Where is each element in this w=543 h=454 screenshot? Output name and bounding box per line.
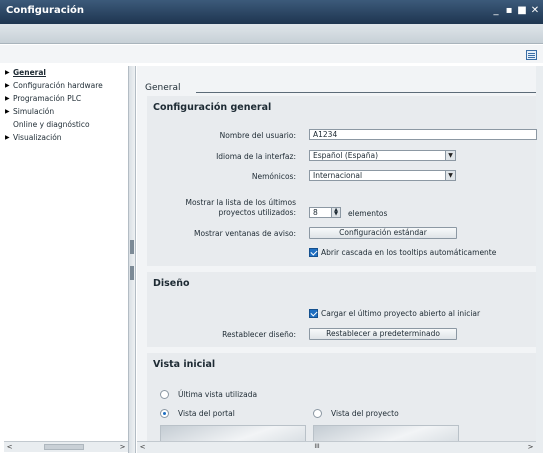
- tooltips-checkbox[interactable]: [309, 248, 318, 257]
- tree-horizontal-scrollbar[interactable]: < >: [4, 441, 128, 452]
- scrollbar-thumb-grip[interactable]: III: [307, 442, 327, 452]
- expand-arrow-icon[interactable]: ▶: [5, 92, 10, 105]
- maximize-icon[interactable]: ■: [517, 6, 527, 16]
- tree-item-hardware[interactable]: ▶ Configuración hardware: [4, 79, 128, 92]
- restore-icon[interactable]: ▪: [504, 6, 514, 16]
- radio-portal-view[interactable]: [160, 409, 169, 418]
- radio-last-view-label: Última vista utilizada: [178, 390, 258, 399]
- tree-item-visualization[interactable]: ▶ Visualización: [4, 131, 128, 144]
- recent-projects-unit: elementos: [348, 209, 388, 218]
- mnemonics-select[interactable]: Internacional ▼: [309, 170, 456, 181]
- window-title: Configuración: [6, 5, 85, 16]
- reset-default-button[interactable]: Restablecer a predeterminado: [309, 328, 457, 340]
- tree-item-online-diagnostics[interactable]: Online y diagnóstico: [4, 118, 128, 131]
- tree-item-label: General: [13, 68, 46, 77]
- tree-item-label: Programación PLC: [13, 94, 82, 103]
- recent-projects-label-line2: proyectos utilizados:: [218, 208, 296, 217]
- toolbar: [0, 24, 543, 44]
- radio-portal-view-label: Vista del portal: [178, 409, 235, 418]
- load-last-project-label: Cargar el último proyecto abierto al ini…: [321, 309, 481, 318]
- tree-item-plc-programming[interactable]: ▶ Programación PLC: [4, 92, 128, 105]
- window-titlebar: Configuración _ ▪ ■ ✕: [0, 0, 543, 24]
- content-horizontal-scrollbar[interactable]: < III >: [137, 441, 536, 453]
- section-title: Vista inicial: [153, 359, 216, 370]
- section-title: Diseño: [153, 278, 190, 289]
- standard-settings-button-label: Configuración estándar: [339, 228, 427, 237]
- tree-item-label: Configuración hardware: [13, 81, 103, 90]
- title-divider: [196, 92, 536, 93]
- close-icon[interactable]: ✕: [530, 6, 540, 16]
- tree-item-general[interactable]: ▶ General: [4, 66, 128, 79]
- minimize-icon[interactable]: _: [491, 6, 501, 16]
- settings-tree: ▶ General ▶ Configuración hardware ▶ Pro…: [4, 66, 128, 440]
- tree-item-label: Online y diagnóstico: [13, 120, 90, 129]
- reset-design-label: Restablecer diseño:: [222, 330, 296, 339]
- language-label: Idioma de la interfaz:: [216, 152, 296, 161]
- chevron-down-icon[interactable]: ▼: [445, 171, 455, 180]
- scrollbar-thumb[interactable]: [44, 444, 84, 450]
- stepper-arrows-icon[interactable]: ▲ ▼: [331, 208, 340, 217]
- scroll-right-icon[interactable]: >: [117, 442, 128, 452]
- scroll-right-icon[interactable]: >: [525, 442, 536, 452]
- splitter-grip-bottom[interactable]: [130, 266, 134, 280]
- mnemonics-value: Internacional: [313, 171, 363, 180]
- radio-project-view[interactable]: [313, 409, 322, 418]
- username-value: A1234: [313, 130, 338, 139]
- expand-arrow-icon[interactable]: ▶: [5, 105, 10, 118]
- panel-splitter[interactable]: [128, 66, 136, 453]
- expand-arrow-icon[interactable]: ▶: [5, 131, 10, 144]
- mnemonics-label: Nemónicos:: [251, 172, 296, 181]
- recent-projects-value: 8: [313, 208, 318, 217]
- standard-settings-button[interactable]: Configuración estándar: [309, 227, 457, 239]
- section-title: Configuración general: [153, 102, 272, 113]
- language-value: Español (España): [313, 151, 379, 160]
- radio-last-view[interactable]: [160, 390, 169, 399]
- scroll-left-icon[interactable]: <: [137, 442, 148, 452]
- tree-item-simulation[interactable]: ▶ Simulación: [4, 105, 128, 118]
- expand-arrow-icon[interactable]: ▶: [5, 66, 10, 79]
- username-label: Nombre del usuario:: [219, 131, 296, 140]
- reset-default-button-label: Restablecer a predeterminado: [326, 329, 440, 338]
- recent-projects-label-line1: Mostrar la lista de los últimos: [185, 198, 296, 207]
- window-controls: _ ▪ ■ ✕: [491, 6, 540, 16]
- language-select[interactable]: Español (España) ▼: [309, 150, 456, 161]
- username-field[interactable]: A1234: [309, 129, 537, 140]
- expand-arrow-icon[interactable]: ▶: [5, 79, 10, 92]
- tree-item-label: Simulación: [13, 107, 55, 116]
- tree-item-label: Visualización: [13, 133, 62, 142]
- content-vertical-scrollbar[interactable]: [536, 66, 543, 453]
- panel-layout-icon[interactable]: [526, 50, 537, 60]
- tooltips-checkbox-label: Abrir cascada en los tooltips automática…: [321, 248, 497, 257]
- recent-projects-stepper[interactable]: 8 ▲ ▼: [309, 207, 341, 218]
- splitter-grip-top[interactable]: [130, 240, 134, 254]
- chevron-down-icon[interactable]: ▼: [445, 151, 455, 160]
- scroll-left-icon[interactable]: <: [4, 442, 15, 452]
- general-config-section: Configuración general: [147, 96, 536, 266]
- header-strip: [0, 45, 543, 63]
- page-title: General: [145, 83, 181, 93]
- load-last-project-checkbox[interactable]: [309, 309, 318, 318]
- radio-project-view-label: Vista del proyecto: [331, 409, 399, 418]
- alerts-label: Mostrar ventanas de aviso:: [194, 229, 296, 238]
